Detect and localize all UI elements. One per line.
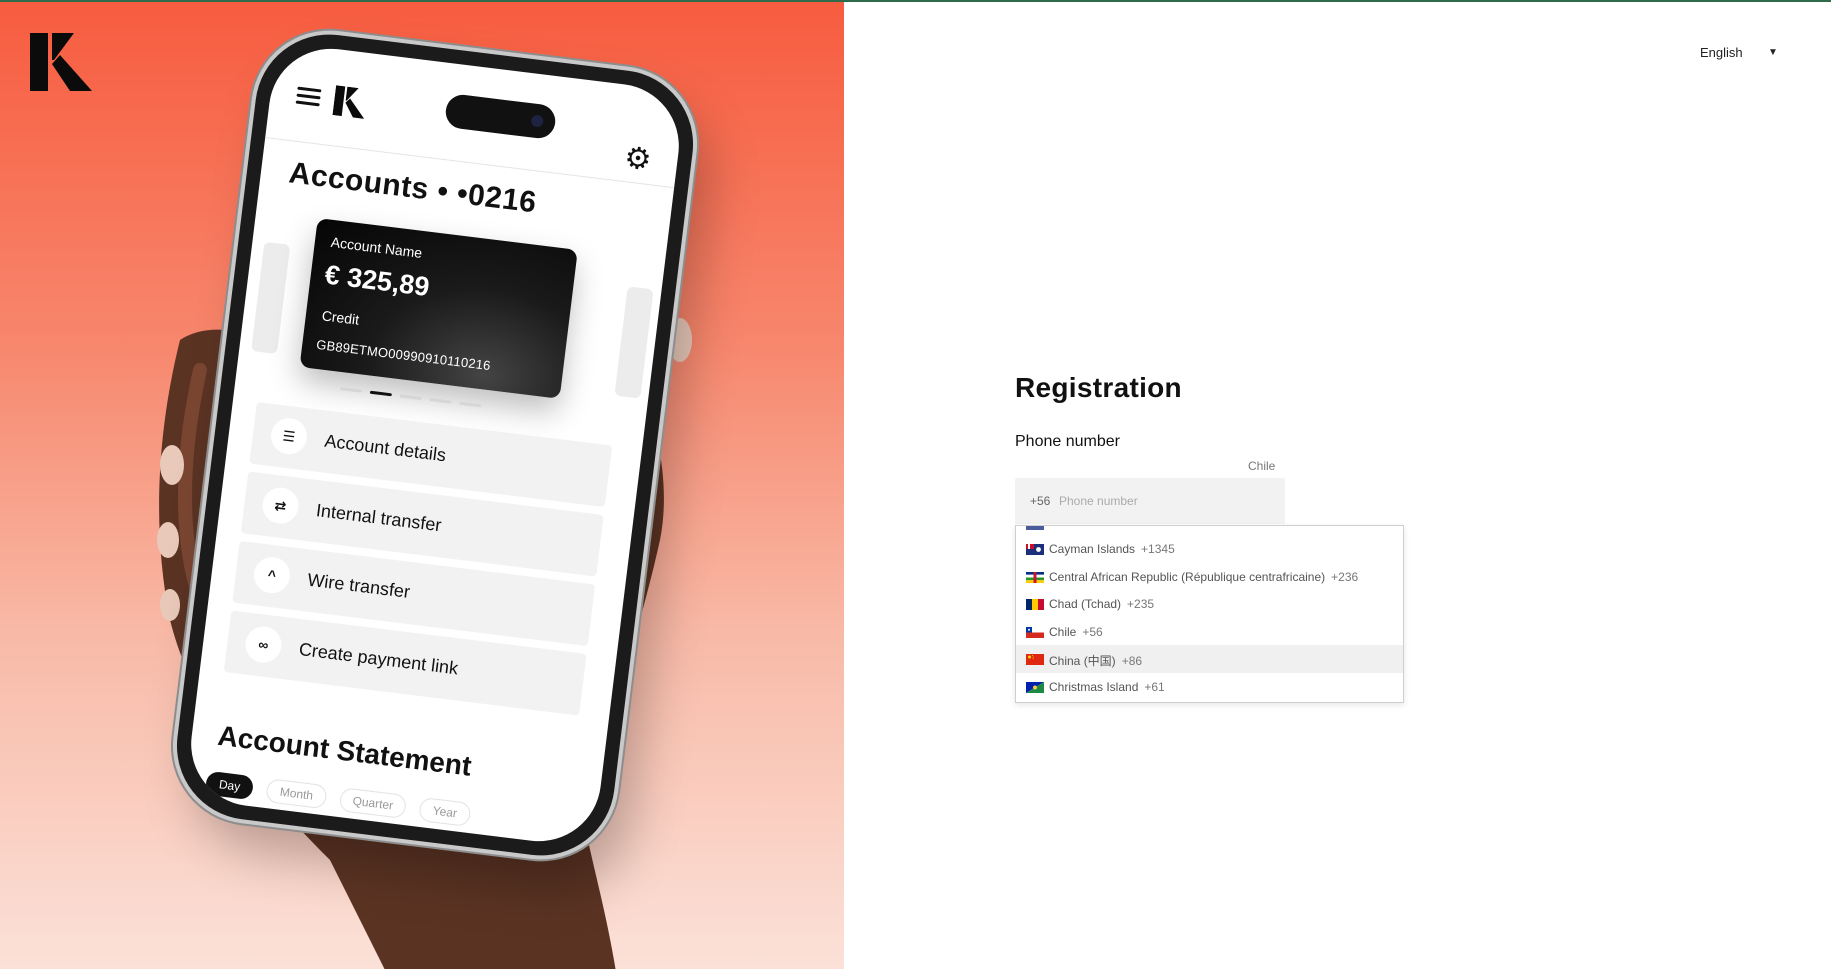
app-menu: ☰ Account details ⇄ Internal transfer ^ …: [223, 401, 613, 724]
country-code: +61: [1144, 679, 1165, 694]
country-option-cayman-islands[interactable]: Cayman Islands +1345: [1016, 535, 1403, 563]
country-code: +1345: [1141, 542, 1175, 556]
phone-number-field[interactable]: +56: [1015, 478, 1285, 524]
country-code: +235: [1127, 597, 1155, 611]
partial-flag-icon: [1026, 526, 1044, 530]
country-option-text: Chile +56: [1049, 625, 1103, 639]
card-balance: € 325,89: [323, 259, 432, 303]
country-name: Christmas Island: [1049, 679, 1139, 694]
menu-label: Account details: [323, 430, 448, 466]
menu-label: Internal transfer: [314, 500, 443, 536]
country-option-text: Central African Republic (République cen…: [1049, 570, 1358, 584]
country-option-chad[interactable]: Chad (Tchad) +235: [1016, 590, 1403, 618]
language-label[interactable]: English: [1700, 45, 1743, 60]
china-flag-icon: [1026, 654, 1044, 665]
country-option-text: Cayman Islands +1345: [1049, 542, 1175, 556]
country-option-chile[interactable]: Chile +56: [1016, 618, 1403, 646]
country-name: Chad (Tchad): [1049, 597, 1122, 611]
card-account-name: Account Name: [330, 233, 424, 261]
card-type: Credit: [320, 307, 361, 328]
top-border: [0, 0, 1831, 2]
country-name: Chile: [1049, 624, 1077, 639]
phone-number-label: Phone number: [1015, 433, 1120, 450]
country-code: +86: [1121, 654, 1143, 668]
next-card-peek: [614, 286, 654, 399]
car-flag-icon: [1026, 571, 1044, 583]
account-card: Account Name € 325,89 Credit GB89ETMO009…: [299, 218, 578, 399]
hero-panel: ⚙ Accounts • •0216 Account Name € 325,89…: [0, 0, 844, 969]
list-icon: ☰: [268, 416, 310, 457]
cayman-flag-icon: [1026, 544, 1044, 555]
carousel-dot: [399, 394, 422, 401]
hamburger-menu-icon: [295, 86, 322, 108]
selected-country-name: Chile: [1248, 459, 1276, 473]
transfer-icon: ⇄: [260, 485, 301, 526]
country-option-christmas-island[interactable]: Christmas Island +61: [1016, 673, 1403, 701]
country-name: Cayman Islands: [1049, 542, 1136, 556]
country-option-china[interactable]: China (中国) +86: [1016, 645, 1403, 673]
app-k-logo-icon: [332, 85, 365, 119]
carousel-dot: [339, 387, 363, 393]
menu-label: Wire transfer: [306, 569, 412, 602]
card-iban: GB89ETMO00990910110216: [315, 336, 492, 374]
language-selector[interactable]: English ▼: [1700, 44, 1790, 64]
country-option-central-african-republic[interactable]: Central African Republic (République cen…: [1016, 563, 1403, 591]
link-icon: ∞: [243, 624, 284, 665]
country-name: Central African Republic (République cen…: [1049, 569, 1326, 584]
phone-number-input[interactable]: [1059, 486, 1269, 516]
prev-card-peek: [251, 241, 291, 355]
gear-icon: ⚙: [622, 141, 654, 178]
country-code: +236: [1331, 569, 1359, 584]
christmas-island-flag-icon: [1026, 681, 1044, 693]
carousel-dot-active: [369, 390, 392, 397]
period-tab-month: Month: [265, 778, 328, 810]
carousel-dot: [459, 401, 482, 408]
country-name: China (中国): [1049, 654, 1116, 668]
arrow-up-icon: ^: [251, 555, 292, 596]
country-dropdown[interactable]: Cayman Islands +1345 Central African Repu…: [1015, 525, 1404, 703]
caret-down-icon[interactable]: ▼: [1768, 47, 1778, 58]
period-tab-quarter: Quarter: [338, 787, 408, 820]
statement-title: Account Statement: [216, 719, 474, 782]
period-tab-year: Year: [418, 796, 472, 827]
chad-flag-icon: [1026, 599, 1044, 610]
country-code: +56: [1082, 624, 1103, 639]
country-option-text: Chad (Tchad) +235: [1049, 597, 1154, 611]
carousel-dot: [429, 398, 452, 404]
country-option-text: China (中国) +86: [1049, 652, 1142, 669]
country-list: Cayman Islands +1345 Central African Repu…: [1016, 535, 1403, 700]
carousel-dots: [339, 387, 482, 408]
menu-label: Create payment link: [297, 639, 460, 679]
chile-flag-icon: [1026, 626, 1044, 638]
page-title: Registration: [1015, 372, 1182, 403]
k-logo-icon[interactable]: [30, 33, 92, 91]
country-option-text: Christmas Island +61: [1049, 680, 1165, 694]
dial-code[interactable]: +56: [1030, 494, 1050, 508]
